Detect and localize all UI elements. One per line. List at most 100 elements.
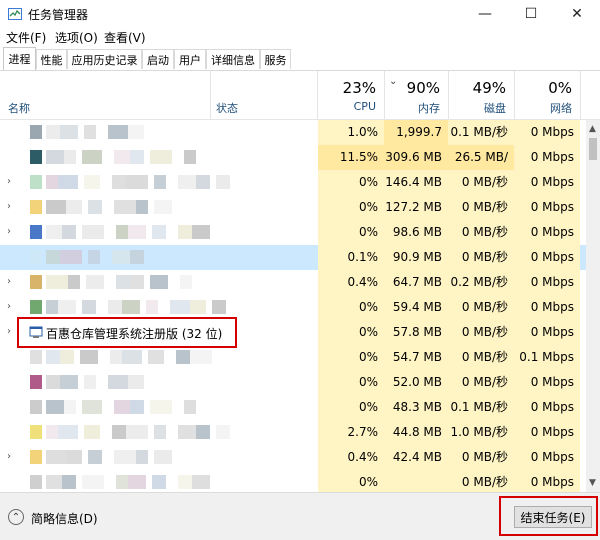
menu-options[interactable]: 选项(O) — [55, 29, 98, 46]
sort-descending-icon: ⌄ — [389, 76, 398, 87]
cpu-cell: 0% — [318, 220, 384, 245]
menu-file[interactable]: 文件(F) — [6, 29, 46, 46]
cpu-header-label: CPU — [353, 100, 376, 113]
tab-performance[interactable]: 性能 — [36, 49, 67, 69]
disk-cell: 0 MB/秒 — [448, 320, 514, 345]
task-manager-icon — [8, 8, 22, 20]
disk-cell: 0.1 MB/秒 — [448, 120, 514, 145]
close-button[interactable]: ✕ — [554, 0, 600, 28]
process-row[interactable]: 0% 48.3 MB 0.1 MB/秒 0 Mbps — [0, 395, 586, 420]
process-row[interactable]: 0% 0 MB/秒 0 Mbps — [0, 470, 586, 492]
network-cell: 0.1 Mbps — [514, 345, 580, 370]
maximize-button[interactable]: ☐ — [508, 0, 554, 28]
tab-startup[interactable]: 启动 — [142, 49, 174, 69]
process-row[interactable]: 0% 52.0 MB 0 MB/秒 0 Mbps — [0, 370, 586, 395]
memory-total: 90% — [406, 79, 440, 97]
cpu-cell: 0.4% — [318, 445, 384, 470]
process-row[interactable]: › 0% 127.2 MB 0 MB/秒 0 Mbps — [0, 195, 586, 220]
tab-processes[interactable]: 进程 — [3, 47, 36, 70]
process-row[interactable]: › 0% 98.6 MB 0 MB/秒 0 Mbps — [0, 220, 586, 245]
network-cell: 0 Mbps — [514, 395, 580, 420]
tab-app-history[interactable]: 应用历史记录 — [67, 49, 142, 69]
network-cell: 0 Mbps — [514, 445, 580, 470]
expand-chevron-icon[interactable]: › — [7, 451, 11, 462]
maximize-icon: ☐ — [524, 6, 538, 22]
network-cell: 0 Mbps — [514, 295, 580, 320]
network-column-header[interactable]: 0% 网络 — [515, 71, 580, 119]
process-row[interactable]: 11.5%309.6 MB26.5 MB/秒0 Mbps — [0, 145, 586, 189]
cpu-cell: 0% — [318, 345, 384, 370]
tab-users[interactable]: 用户 — [174, 49, 206, 69]
memory-cell: 52.0 MB — [384, 370, 448, 395]
cpu-cell: 0% — [318, 370, 384, 395]
status-header-label: 状态 — [216, 102, 238, 115]
name-header-label: 名称 — [8, 102, 30, 115]
tab-details[interactable]: 详细信息 — [206, 49, 260, 69]
disk-cell: 26.5 MB/秒 — [448, 145, 514, 189]
disk-cell: 0 MB/秒 — [448, 195, 514, 220]
cpu-column-header[interactable]: 23% CPU — [318, 71, 384, 119]
scroll-down-icon[interactable]: ▼ — [589, 478, 596, 488]
network-cell: 0 Mbps — [514, 270, 580, 295]
memory-cell: 59.4 MB — [384, 295, 448, 320]
title-bar: 任务管理器 — ☐ ✕ — [0, 0, 600, 28]
disk-cell: 0 MB/秒 — [448, 370, 514, 395]
window-title: 任务管理器 — [28, 8, 89, 22]
disk-cell: 0 MB/秒 — [448, 170, 514, 195]
memory-cell: 90.9 MB — [384, 245, 448, 270]
vertical-scrollbar[interactable]: ▲ ▼ — [586, 120, 600, 492]
disk-cell: 0 MB/秒 — [448, 445, 514, 470]
network-cell: 0 Mbps — [514, 170, 580, 195]
network-cell: 0 Mbps — [514, 320, 580, 345]
expand-chevron-icon[interactable]: › — [7, 201, 11, 212]
memory-cell: 48.3 MB — [384, 395, 448, 420]
process-row[interactable]: › 0.4% 42.4 MB 0 MB/秒 0 Mbps — [0, 445, 586, 470]
memory-cell: 1,999.7 ... — [384, 120, 448, 164]
memory-cell: 146.4 MB — [384, 170, 448, 195]
memory-cell — [384, 470, 448, 492]
disk-cell: 0.1 MB/秒 — [448, 395, 514, 420]
network-cell: 0 Mbps — [514, 370, 580, 395]
disk-cell: 0 MB/秒 — [448, 470, 514, 492]
memory-cell: 54.7 MB — [384, 345, 448, 370]
network-cell: 0 Mbps — [514, 120, 580, 145]
status-column-header[interactable]: 状态 — [211, 71, 317, 119]
collapse-details-icon[interactable]: ⌃ — [8, 509, 24, 525]
process-row[interactable]: 2.7% 44.8 MB 1.0 MB/秒 0 Mbps — [0, 420, 586, 445]
column-divider[interactable] — [580, 71, 581, 119]
fewer-details-link[interactable]: 简略信息(D) — [31, 510, 98, 527]
menu-view[interactable]: 查看(V) — [104, 29, 146, 46]
disk-header-label: 磁盘 — [484, 102, 506, 115]
minimize-button[interactable]: — — [462, 0, 508, 28]
cpu-cell: 11.5% — [318, 145, 384, 170]
memory-cell: 309.6 MB — [384, 145, 448, 170]
process-row[interactable]: 1.0%1,999.7 ...0.1 MB/秒0 Mbps — [0, 120, 586, 164]
expand-chevron-icon[interactable]: › — [7, 176, 11, 187]
scroll-thumb[interactable] — [589, 138, 597, 160]
cpu-cell: 0.1% — [318, 245, 384, 270]
process-row[interactable]: 0.1% 90.9 MB 0 MB/秒 0 Mbps — [0, 245, 586, 270]
cpu-cell: 2.7% — [318, 420, 384, 445]
memory-cell: 57.8 MB — [384, 320, 448, 345]
minimize-icon: — — [478, 6, 492, 22]
process-row[interactable]: › 0.4% 64.7 MB 0.2 MB/秒 0 Mbps — [0, 270, 586, 295]
expand-chevron-icon[interactable]: › — [7, 226, 11, 237]
process-row[interactable]: › 0% 146.4 MB 0 MB/秒 0 Mbps — [0, 170, 586, 195]
network-cell: 0 Mbps — [514, 145, 580, 170]
cpu-cell: 1.0% — [318, 120, 384, 145]
network-total: 0% — [548, 79, 572, 97]
menu-bar: 文件(F) 选项(O) 查看(V) — [0, 28, 600, 46]
tab-services[interactable]: 服务 — [260, 49, 291, 69]
name-column-header[interactable]: 名称 — [0, 71, 210, 119]
disk-cell: 0 MB/秒 — [448, 245, 514, 270]
expand-chevron-icon[interactable]: › — [7, 276, 11, 287]
disk-cell: 0.2 MB/秒 — [448, 270, 514, 295]
cpu-cell: 0% — [318, 295, 384, 320]
cpu-cell: 0.4% — [318, 270, 384, 295]
expand-chevron-icon[interactable]: › — [7, 326, 11, 337]
expand-chevron-icon[interactable]: › — [7, 301, 11, 312]
scroll-up-icon[interactable]: ▲ — [589, 124, 596, 134]
process-row[interactable]: 0% 54.7 MB 0 MB/秒 0.1 Mbps — [0, 345, 586, 370]
highlight-annotation-end-task — [499, 496, 598, 536]
disk-column-header[interactable]: 49% 磁盘 — [449, 71, 514, 119]
